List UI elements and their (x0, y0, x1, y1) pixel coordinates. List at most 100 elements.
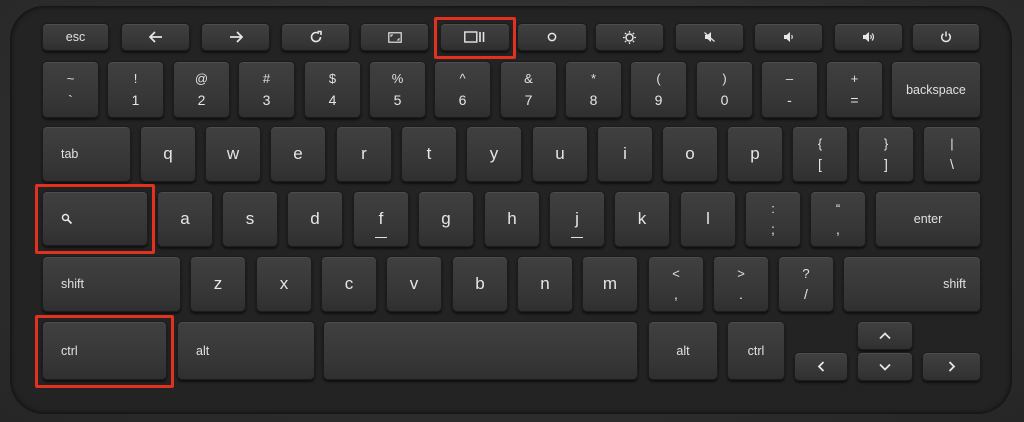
key-period[interactable]: > . (713, 256, 769, 312)
key-top-symbol: ^ (459, 71, 466, 86)
refresh-key[interactable] (281, 23, 350, 51)
arrow-up-key[interactable] (857, 321, 913, 350)
key-minus[interactable]: – - (761, 61, 818, 118)
ctrl-right-key[interactable]: ctrl (727, 321, 785, 380)
key-3[interactable]: # 3 (238, 61, 295, 118)
key-bottom-symbol: = (850, 92, 859, 108)
key-j[interactable]: j (549, 191, 605, 247)
key-g[interactable]: g (418, 191, 474, 247)
key-n[interactable]: n (517, 256, 573, 312)
alt-right-label: alt (676, 343, 690, 358)
key-d[interactable]: d (287, 191, 343, 247)
key-backslash[interactable]: | \ (923, 126, 981, 182)
mute-key[interactable] (675, 23, 744, 51)
key-letter: e (293, 144, 303, 163)
key-bottom-symbol: 2 (197, 92, 206, 108)
forward-key[interactable] (201, 23, 270, 51)
key-h[interactable]: h (484, 191, 540, 247)
volume-down-key[interactable] (754, 23, 823, 51)
key-8[interactable]: * 8 (565, 61, 622, 118)
key-top-symbol: } (883, 136, 889, 151)
key-letter: l (706, 209, 710, 228)
key-7[interactable]: & 7 (500, 61, 557, 118)
key-2[interactable]: @ 2 (173, 61, 230, 118)
key-k[interactable]: k (614, 191, 670, 247)
key-0[interactable]: ) 0 (696, 61, 753, 118)
key-bottom-symbol: ] (884, 156, 888, 172)
key-p[interactable]: p (727, 126, 783, 182)
key-quote[interactable]: “ , (810, 191, 866, 247)
key-letter: n (540, 274, 550, 293)
key-4[interactable]: $ 4 (304, 61, 361, 118)
key-semicolon[interactable]: : ; (745, 191, 801, 247)
key-q[interactable]: q (140, 126, 196, 182)
key-e[interactable]: e (270, 126, 326, 182)
key-comma[interactable]: < , (648, 256, 704, 312)
key-top-symbol: { (817, 136, 823, 151)
home-row-bump (375, 237, 387, 238)
key-t[interactable]: t (401, 126, 457, 182)
key-z[interactable]: z (190, 256, 246, 312)
key-r[interactable]: r (336, 126, 392, 182)
key-letter: c (344, 274, 354, 293)
key-top-symbol: # (262, 71, 271, 86)
volume-up-key[interactable] (834, 23, 903, 51)
key-6[interactable]: ^ 6 (434, 61, 491, 118)
key-s[interactable]: s (222, 191, 278, 247)
arrow-left-key[interactable] (794, 352, 848, 381)
key-1[interactable]: ! 1 (107, 61, 164, 118)
key-l[interactable]: l (680, 191, 736, 247)
backspace-key[interactable]: backspace (891, 61, 981, 118)
alt-right-key[interactable]: alt (648, 321, 718, 380)
key-i[interactable]: i (597, 126, 653, 182)
volume-down-icon (755, 24, 822, 50)
key-open-bracket[interactable]: { [ (792, 126, 848, 182)
key-f[interactable]: f (353, 191, 409, 247)
brightness-up-key[interactable] (595, 23, 664, 51)
key-5[interactable]: % 5 (369, 61, 426, 118)
key-letter: x (279, 274, 289, 293)
key-slash[interactable]: ? / (778, 256, 834, 312)
key-top-symbol: & (524, 71, 533, 86)
shift-right-key[interactable]: shift (843, 256, 981, 312)
enter-key[interactable]: enter (875, 191, 981, 247)
shift-left-key[interactable]: shift (42, 256, 181, 312)
chevron-right-icon (923, 353, 980, 380)
arrow-down-key[interactable] (857, 352, 913, 381)
key-y[interactable]: y (466, 126, 522, 182)
key-top-symbol: $ (328, 71, 337, 86)
fullscreen-key[interactable] (360, 23, 429, 51)
chevron-down-icon (858, 353, 912, 380)
key-a[interactable]: a (157, 191, 213, 247)
esc-key[interactable]: esc (42, 23, 109, 51)
key-bottom-symbol: 0 (720, 92, 729, 108)
key-u[interactable]: u (532, 126, 588, 182)
key-equals[interactable]: + = (826, 61, 883, 118)
power-key[interactable] (912, 23, 980, 51)
power-icon (913, 24, 979, 50)
key-o[interactable]: o (662, 126, 718, 182)
esc-label: esc (65, 30, 86, 44)
brightness-down-key[interactable] (517, 23, 587, 51)
home-row-bump (571, 237, 583, 238)
key-w[interactable]: w (205, 126, 261, 182)
space-key[interactable] (323, 321, 638, 380)
key-close-bracket[interactable]: } ] (858, 126, 914, 182)
arrow-right-key[interactable] (922, 352, 981, 381)
key-x[interactable]: x (256, 256, 312, 312)
key-backtick[interactable]: ~ ` (42, 61, 99, 118)
key-m[interactable]: m (582, 256, 638, 312)
key-b[interactable]: b (452, 256, 508, 312)
volume-up-icon (835, 24, 902, 50)
key-v[interactable]: v (386, 256, 442, 312)
back-key[interactable] (121, 23, 190, 51)
alt-left-label: alt (196, 343, 210, 358)
key-top-symbol: ) (722, 71, 727, 86)
key-c[interactable]: c (321, 256, 377, 312)
chevron-up-icon (858, 322, 912, 349)
alt-left-key[interactable]: alt (177, 321, 315, 380)
key-top-symbol: % (391, 71, 404, 86)
tab-key[interactable]: tab (42, 126, 131, 182)
key-top-symbol: : (771, 201, 775, 216)
key-9[interactable]: ( 9 (630, 61, 687, 118)
